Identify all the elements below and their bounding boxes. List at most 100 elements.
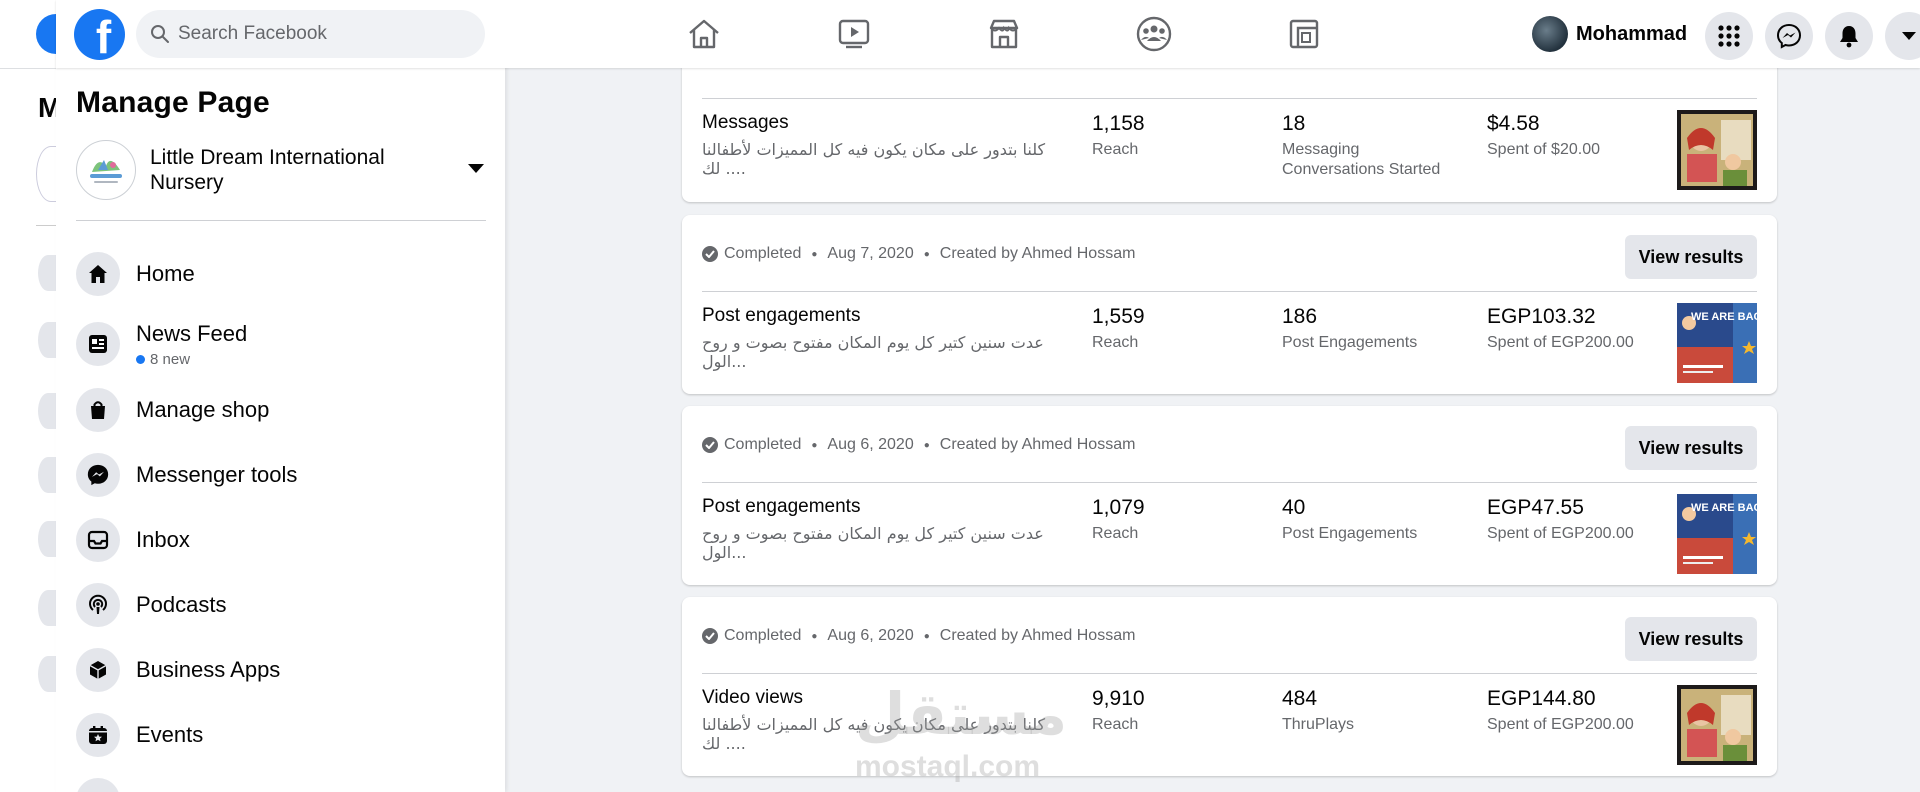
messenger-icon xyxy=(76,453,120,497)
divider xyxy=(702,482,1757,483)
ad-result-card: Completed ● Aug 6, 2020 ● Created by Ahmed H… xyxy=(682,597,1777,776)
messenger-button[interactable] xyxy=(1765,12,1813,60)
date-text: Aug 6, 2020 xyxy=(827,436,914,453)
status-text: Completed xyxy=(724,245,802,262)
groups-tab[interactable] xyxy=(1134,14,1174,54)
page-selector[interactable]: Little Dream International Nursery xyxy=(76,138,486,202)
reach-label: Reach xyxy=(1092,334,1139,351)
ad-result-card: Completed ● Aug 6, 2020 ● Created by Ahmed H… xyxy=(682,406,1777,585)
divider xyxy=(702,673,1757,674)
card-metrics: Messages كلنا بتدور على مكان يكون فيه كل … xyxy=(702,110,1757,192)
separator-dot: ● xyxy=(811,630,818,642)
page-name: Little Dream International Nursery xyxy=(150,146,385,194)
cube-icon xyxy=(76,648,120,692)
gaming-tab[interactable] xyxy=(1284,14,1324,54)
created-by-text: Created by Ahmed Hossam xyxy=(939,436,1136,453)
results-metric: 484 ThruPlays xyxy=(1282,687,1452,735)
view-results-button[interactable]: View results xyxy=(1625,426,1757,470)
ad-thumbnail-image xyxy=(1677,110,1757,190)
results-metric: 18 Messaging Conversations Started xyxy=(1282,112,1452,180)
thumb-text: WE ARE BACK xyxy=(1691,311,1757,323)
nav-label: Home xyxy=(136,261,195,286)
chevron-down-icon xyxy=(1902,32,1916,40)
nav-item-news-feed[interactable]: News Feed 8 new xyxy=(76,314,486,374)
unread-dot xyxy=(136,354,145,364)
nav-item-podcasts[interactable]: Podcasts xyxy=(76,581,486,629)
thumb-text: WE ARE BACK xyxy=(1691,502,1757,514)
search-input[interactable] xyxy=(178,23,468,45)
nav-item-business-apps[interactable]: Business Apps xyxy=(76,646,486,694)
nav-item-inbox[interactable]: Inbox xyxy=(76,516,486,564)
menu-button[interactable] xyxy=(1705,12,1753,60)
spend-metric: EGP103.32 Spent of EGP200.00 xyxy=(1487,305,1634,353)
groups-icon xyxy=(1136,16,1172,52)
results-metric: 186 Post Engagements xyxy=(1282,305,1452,353)
view-results-button[interactable]: View results xyxy=(1625,617,1757,661)
check-circle-icon xyxy=(702,437,718,453)
view-results-button[interactable]: View results xyxy=(1625,235,1757,279)
reach-metric: 9,910 Reach xyxy=(1092,687,1145,735)
spend-label: Spent of EGP200.00 xyxy=(1487,525,1634,542)
ad-result-card: Completed ● Aug 7, 2020 ● Created by Ahmed H… xyxy=(682,215,1777,394)
search-box[interactable] xyxy=(136,10,485,58)
ad-thumbnail-image: WE ARE BACK xyxy=(1677,494,1769,574)
store-icon xyxy=(989,19,1019,49)
underlying-nav-icon xyxy=(38,590,58,626)
nav-item-messenger-tools[interactable]: Messenger tools xyxy=(76,451,486,499)
ad-thumbnail[interactable] xyxy=(1677,110,1757,190)
spend-metric: $4.58 Spent of $20.00 xyxy=(1487,112,1600,160)
account-menu-button[interactable] xyxy=(1885,12,1920,60)
marketplace-tab[interactable] xyxy=(984,14,1024,54)
home-icon xyxy=(76,252,120,296)
ad-thumbnail[interactable]: WE ARE BACK xyxy=(1677,494,1769,574)
nav-item-manage-shop[interactable]: Manage shop xyxy=(76,386,486,434)
nav-item-events[interactable]: Events xyxy=(76,711,486,759)
underlying-page-edge: M xyxy=(0,0,76,792)
facebook-logo-icon[interactable]: f xyxy=(74,9,125,60)
manage-page-drawer: Manage Page Little Dream International N… xyxy=(56,0,505,792)
underlying-nav-icon xyxy=(38,393,58,429)
nav-item-more[interactable] xyxy=(76,776,486,792)
divider xyxy=(76,220,486,221)
date-text: Aug 7, 2020 xyxy=(827,245,914,262)
nav-item-home[interactable]: Home xyxy=(76,250,486,298)
inbox-icon xyxy=(76,518,120,562)
caret-down-icon[interactable] xyxy=(468,164,484,173)
separator-dot: ● xyxy=(811,439,818,451)
reach-value: 1,079 xyxy=(1092,496,1145,519)
underlying-nav-icon xyxy=(38,521,58,557)
reach-label: Reach xyxy=(1092,141,1139,158)
check-circle-icon xyxy=(702,246,718,262)
check-circle-icon xyxy=(702,628,718,644)
page-layout-icon xyxy=(1289,19,1319,49)
results-label: Messaging Conversations Started xyxy=(1282,141,1441,178)
card-status-line: Completed ● Aug 6, 2020 ● Created by Ahmed H… xyxy=(702,436,1135,454)
separator-dot: ● xyxy=(923,439,930,451)
watch-tab[interactable] xyxy=(834,14,874,54)
nav-label: Inbox xyxy=(136,527,190,552)
drawer-title: Manage Page xyxy=(76,86,270,119)
card-status-line: Completed ● Aug 6, 2020 ● Created by Ahmed H… xyxy=(702,627,1135,645)
ad-thumbnail[interactable]: WE ARE BACK xyxy=(1677,303,1769,383)
results-value: 18 xyxy=(1282,112,1306,135)
spend-label: Spent of EGP200.00 xyxy=(1487,334,1634,351)
ad-thumbnail[interactable] xyxy=(1677,685,1757,765)
profile-button[interactable]: Mohammad xyxy=(1532,15,1687,53)
objective-title: Messages xyxy=(702,112,789,133)
notifications-button[interactable] xyxy=(1825,12,1873,60)
results-label: ThruPlays xyxy=(1282,716,1355,733)
news-feed-icon xyxy=(76,322,120,366)
video-icon xyxy=(838,19,870,49)
card-metrics: Post engagements عدت سنين كتير كل يوم الم… xyxy=(702,303,1769,385)
results-label: Post Engagements xyxy=(1282,334,1418,351)
nav-label: News Feed xyxy=(136,320,248,346)
nav-label: Manage shop xyxy=(136,397,270,422)
shopping-bag-icon xyxy=(76,388,120,432)
divider xyxy=(0,68,56,69)
nav-label: Messenger tools xyxy=(136,462,298,487)
home-tab[interactable] xyxy=(684,14,724,54)
underlying-nav-icon xyxy=(38,255,58,291)
results-label: Post Engagements xyxy=(1282,525,1418,542)
results-value: 40 xyxy=(1282,496,1306,519)
new-count-badge: 8 new xyxy=(136,351,247,368)
